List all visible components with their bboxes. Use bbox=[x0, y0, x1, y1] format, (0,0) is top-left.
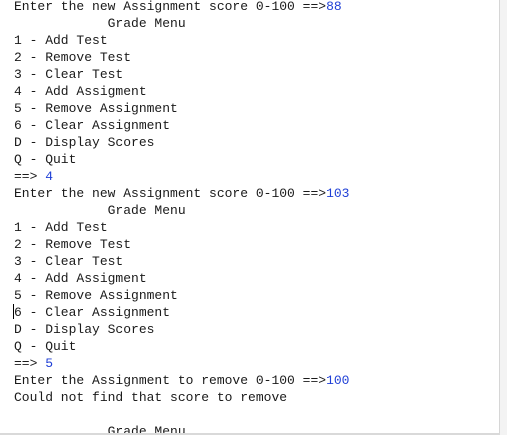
console-line-text: 3 - Clear Test bbox=[14, 67, 124, 82]
console-output[interactable]: Enter the new Assignment score 0-100 ==>… bbox=[0, 0, 500, 435]
console-line-text: Enter the new Assignment score 0-100 ==> bbox=[14, 0, 327, 14]
console-line-text: 6 - Clear Assignment bbox=[14, 305, 171, 320]
console-line-text: 2 - Remove Test bbox=[14, 50, 132, 65]
console-line-text: 5 - Remove Assignment bbox=[14, 288, 178, 303]
console-line: Enter the new Assignment score 0-100 ==>… bbox=[14, 185, 349, 202]
console-line: Enter the new Assignment score 0-100 ==>… bbox=[14, 0, 349, 15]
console-line: 1 - Add Test bbox=[14, 219, 349, 236]
console-line-text: 1 - Add Test bbox=[14, 33, 108, 48]
console-line-text: 3 - Clear Test bbox=[14, 254, 124, 269]
console-line-text: Enter the new Assignment score 0-100 ==> bbox=[14, 186, 327, 201]
console-line: 1 - Add Test bbox=[14, 32, 349, 49]
console-line: Q - Quit bbox=[14, 151, 349, 168]
console-line-input: 103 bbox=[326, 186, 350, 201]
console-line-text: 2 - Remove Test bbox=[14, 237, 132, 252]
console-line: D - Display Scores bbox=[14, 321, 349, 338]
console-line-text: 4 - Add Assigment bbox=[14, 84, 147, 99]
console-line: Could not find that score to remove bbox=[14, 389, 349, 406]
console-line-text: Could not find that score to remove bbox=[14, 390, 288, 405]
console-line-text: Q - Quit bbox=[14, 339, 77, 354]
console-line-text: D - Display Scores bbox=[14, 322, 155, 337]
console-line-text: 5 - Remove Assignment bbox=[14, 101, 178, 116]
console-line: ==> 4 bbox=[14, 168, 349, 185]
console-line-text: Grade Menu bbox=[14, 203, 186, 218]
console-line: Grade Menu bbox=[14, 202, 349, 219]
console-line-input: 4 bbox=[45, 169, 54, 184]
console-line-text: D - Display Scores bbox=[14, 135, 155, 150]
console-line: 3 - Clear Test bbox=[14, 66, 349, 83]
console-line: 6 - Clear Assignment bbox=[14, 117, 349, 134]
console-line-input: 5 bbox=[45, 356, 54, 371]
console-line: Grade Menu bbox=[14, 15, 349, 32]
console-line-text: 4 - Add Assigment bbox=[14, 271, 147, 286]
console-line-text: Q - Quit bbox=[14, 152, 77, 167]
text-caret bbox=[13, 304, 14, 319]
console-line: 2 - Remove Test bbox=[14, 49, 349, 66]
console-line: D - Display Scores bbox=[14, 134, 349, 151]
console-line-input: 88 bbox=[326, 0, 342, 14]
console-line-text: 1 - Add Test bbox=[14, 220, 108, 235]
console-line-text: ==> bbox=[14, 356, 46, 371]
console-line: Q - Quit bbox=[14, 338, 349, 355]
console-line-text: 6 - Clear Assignment bbox=[14, 118, 171, 133]
console-line: ==> 5 bbox=[14, 355, 349, 372]
console-lines: Enter the new Assignment score 0-100 ==>… bbox=[14, 0, 349, 435]
scrollbar[interactable] bbox=[499, 0, 507, 435]
console-line: 5 - Remove Assignment bbox=[14, 287, 349, 304]
console-line: 2 - Remove Test bbox=[14, 236, 349, 253]
console-line: 5 - Remove Assignment bbox=[14, 100, 349, 117]
console-line: 4 - Add Assigment bbox=[14, 270, 349, 287]
console-line: 6 - Clear Assignment bbox=[14, 304, 349, 321]
console-line-text: ==> bbox=[14, 169, 46, 184]
console-line-text: Enter the Assignment to remove 0-100 ==> bbox=[14, 373, 327, 388]
console-line-input: 100 bbox=[326, 373, 350, 388]
console-line-text: Grade Menu bbox=[14, 16, 186, 31]
console-line: 4 - Add Assigment bbox=[14, 83, 349, 100]
console-line: 3 - Clear Test bbox=[14, 253, 349, 270]
console-line: Enter the Assignment to remove 0-100 ==>… bbox=[14, 372, 349, 389]
